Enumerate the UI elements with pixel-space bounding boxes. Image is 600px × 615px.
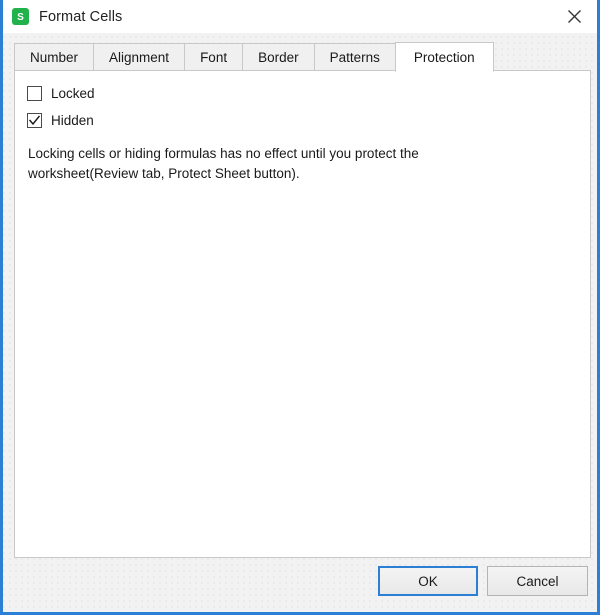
page-title: Format Cells [39, 8, 123, 25]
hidden-checkbox[interactable] [27, 112, 42, 128]
tab-number[interactable]: Number [14, 43, 94, 71]
locked-checkbox[interactable] [27, 85, 42, 101]
ok-button[interactable]: OK [378, 566, 478, 596]
protection-panel: Locked Hidden Locking cells or hiding fo… [14, 70, 591, 558]
tab-patterns[interactable]: Patterns [313, 43, 395, 71]
hidden-label: Hidden [51, 112, 94, 128]
format-cells-dialog: S Format Cells Number Alignment Font Bor… [0, 0, 600, 615]
hidden-checkbox-row[interactable]: Hidden [27, 109, 590, 131]
tab-label: Patterns [329, 49, 380, 65]
close-icon [568, 10, 581, 23]
locked-label: Locked [51, 85, 95, 101]
tab-label: Font [200, 49, 228, 65]
tab-protection[interactable]: Protection [394, 42, 494, 72]
tab-label: Number [30, 49, 79, 65]
protection-note: Locking cells or hiding formulas has no … [28, 146, 419, 181]
cancel-button[interactable]: Cancel [487, 566, 588, 596]
spreadsheet-s-icon: S [12, 8, 29, 25]
locked-checkbox-row[interactable]: Locked [27, 82, 590, 104]
svg-text:S: S [17, 12, 24, 23]
tab-label: Alignment [109, 49, 170, 65]
tab-label: Protection [413, 49, 475, 65]
tab-alignment[interactable]: Alignment [93, 43, 185, 71]
tab-label: Border [258, 49, 299, 65]
tab-strip: Number Alignment Font Border Patterns Pr… [14, 42, 586, 72]
close-button[interactable] [552, 0, 597, 33]
dialog-footer: OK Cancel [3, 558, 597, 612]
title-bar: S Format Cells [3, 0, 597, 33]
tab-border[interactable]: Border [242, 43, 314, 71]
tab-font[interactable]: Font [184, 43, 243, 71]
checkmark-icon [28, 114, 41, 125]
